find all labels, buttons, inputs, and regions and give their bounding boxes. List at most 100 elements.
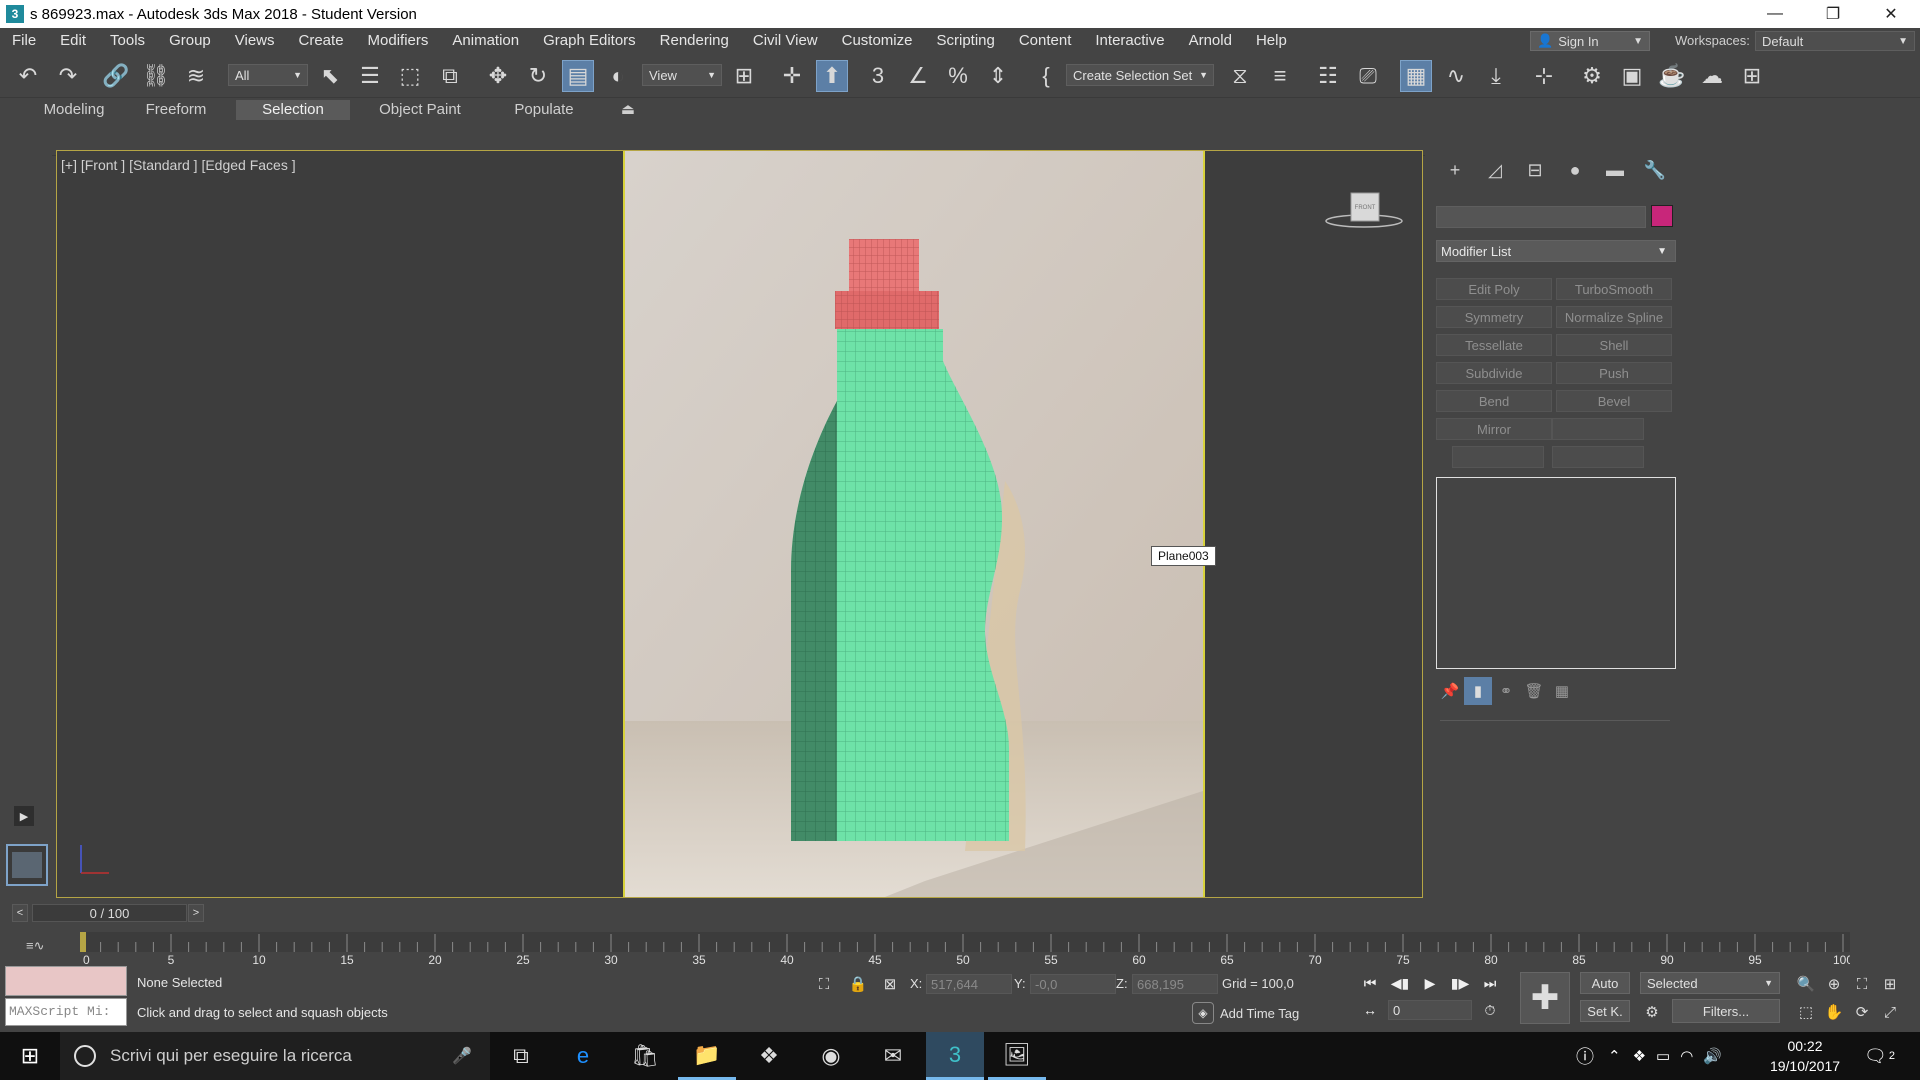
menu-graph-editors[interactable]: Graph Editors	[531, 28, 648, 54]
render-online-icon[interactable]: ⊞	[1736, 60, 1768, 92]
modifier-button-normalize-spline[interactable]: Normalize Spline	[1556, 306, 1672, 328]
make-unique-icon[interactable]: ⚭	[1492, 677, 1520, 705]
photos-icon[interactable]: 🖼	[988, 1032, 1046, 1080]
modifier-button-subdivide[interactable]: Subdivide	[1436, 362, 1552, 384]
front-viewport[interactable]: [+] [Front ] [Standard ] [Edged Faces ]	[56, 150, 1423, 898]
restore-button[interactable]: ❐	[1804, 0, 1862, 28]
unlink-icon[interactable]: ⛓	[140, 60, 172, 92]
modifier-button-empty[interactable]	[1552, 418, 1644, 440]
battery-icon[interactable]: ▭	[1656, 1047, 1670, 1065]
edge-browser-icon[interactable]: e	[554, 1032, 612, 1080]
store-icon[interactable]: 🛍	[616, 1032, 674, 1080]
zoom-icon[interactable]: 🔍	[1794, 972, 1818, 996]
time-config-clock-icon[interactable]: ⏱	[1478, 999, 1502, 1021]
curve-editor-icon[interactable]: ∿	[1440, 60, 1472, 92]
mail-icon[interactable]: ✉	[864, 1032, 922, 1080]
object-name-field[interactable]	[1436, 206, 1646, 228]
3dsmax-taskbar-icon[interactable]: 3	[926, 1032, 984, 1080]
previous-frame-icon[interactable]: ◀▮	[1388, 972, 1412, 994]
show-end-result-icon[interactable]: ▮	[1464, 677, 1492, 705]
move-icon[interactable]: ✥	[482, 60, 514, 92]
set-keys-icon[interactable]: ✚	[1520, 972, 1570, 1024]
play-icon[interactable]: ▶	[1418, 972, 1442, 994]
modifier-button-shell[interactable]: Shell	[1556, 334, 1672, 356]
zoom-region-icon[interactable]: ⬚	[1794, 1000, 1818, 1024]
bind-space-warp-icon[interactable]: ≋	[180, 60, 212, 92]
menu-help[interactable]: Help	[1244, 28, 1299, 54]
rotate-icon[interactable]: ↻	[522, 60, 554, 92]
taskbar-clock[interactable]: 00:22 19/10/2017	[1760, 1036, 1850, 1076]
modifier-stack[interactable]	[1436, 477, 1676, 669]
menu-group[interactable]: Group	[157, 28, 223, 54]
time-configuration-icon[interactable]: ↔	[1358, 999, 1382, 1021]
align-icon[interactable]: ≡	[1264, 60, 1296, 92]
pin-stack-icon[interactable]: 📌	[1436, 677, 1464, 705]
track-bar[interactable]: ≡∿ 0 5 10 15 20 25 30 35 40 45 50 55 60 65 70 75 80 85 90 9…	[0, 932, 1920, 966]
render-iterative-icon[interactable]: ☁	[1696, 60, 1728, 92]
go-to-end-icon[interactable]: ⏭	[1478, 972, 1502, 994]
zoom-all-icon[interactable]: ⊕	[1822, 972, 1846, 996]
menu-content[interactable]: Content	[1007, 28, 1084, 54]
modifier-button-bend[interactable]: Bend	[1436, 390, 1552, 412]
zoom-extents-all-icon[interactable]: ⊞	[1878, 972, 1902, 996]
menu-file[interactable]: File	[0, 28, 48, 54]
named-selection-set-dropdown[interactable]: Create Selection Set ▼	[1066, 64, 1214, 86]
chrome-icon[interactable]: ◉	[802, 1032, 860, 1080]
modifier-button-push[interactable]: Push	[1556, 362, 1672, 384]
keyboard-shortcut-override-icon[interactable]: ⬆	[816, 60, 848, 92]
tab-selection[interactable]: Selection	[236, 100, 350, 120]
undo-icon[interactable]: ↶	[12, 60, 44, 92]
modifier-button-symmetry[interactable]: Symmetry	[1436, 306, 1552, 328]
menu-arnold[interactable]: Arnold	[1177, 28, 1244, 54]
orbit-icon[interactable]: ⟳	[1850, 1000, 1874, 1024]
window-crossing-icon[interactable]: ⧉	[434, 60, 466, 92]
dropbox-tray-icon[interactable]: ❖	[1633, 1047, 1646, 1065]
select-manipulate-icon[interactable]: ✛	[776, 60, 808, 92]
menu-views[interactable]: Views	[223, 28, 287, 54]
place-icon[interactable]: ◐	[602, 60, 634, 92]
windows-start-icon[interactable]: ⊞	[0, 1032, 60, 1080]
dropbox-icon[interactable]: ❖	[740, 1032, 798, 1080]
ribbon-options-icon[interactable]: ⏏	[612, 100, 644, 120]
task-view-icon[interactable]: ⧉	[492, 1032, 550, 1080]
time-slider-next-button[interactable]: >	[188, 904, 204, 922]
viewport-label[interactable]: [+] [Front ] [Standard ] [Edged Faces ]	[61, 157, 296, 173]
menu-animation[interactable]: Animation	[440, 28, 531, 54]
microphone-icon[interactable]: 🎤	[452, 1046, 472, 1066]
mirror-icon[interactable]: ⧖	[1224, 60, 1256, 92]
link-icon[interactable]: 🔗	[100, 60, 132, 92]
frame-ruler[interactable]: 0 5 10 15 20 25 30 35 40 45 50 55 60 65 70 75 80 85 90 95 10…	[80, 932, 1850, 966]
menu-edit[interactable]: Edit	[48, 28, 98, 54]
time-slider-prev-button[interactable]: <	[12, 904, 28, 922]
current-frame-marker[interactable]	[80, 932, 86, 952]
spinner-snap-icon[interactable]: ⇕	[982, 60, 1014, 92]
viewport-layout-thumbnail[interactable]	[6, 844, 48, 886]
help-icon[interactable]: ⓘ	[1576, 1043, 1594, 1069]
edit-named-selection-icon[interactable]: {	[1030, 60, 1062, 92]
tab-object-paint[interactable]: Object Paint	[362, 100, 478, 120]
go-to-start-icon[interactable]: ⏮	[1358, 972, 1382, 994]
show-hidden-icons-icon[interactable]: ⌃	[1608, 1047, 1621, 1065]
remove-modifier-icon[interactable]: 🗑	[1520, 677, 1548, 705]
modifier-button-edit-poly[interactable]: Edit Poly	[1436, 278, 1552, 300]
rendered-frame-window-icon[interactable]: ▣	[1616, 60, 1648, 92]
redo-icon[interactable]: ↷	[52, 60, 84, 92]
absolute-mode-icon[interactable]: ⊠	[878, 972, 902, 996]
menu-civil-view[interactable]: Civil View	[741, 28, 830, 54]
ribbon-toggle-icon[interactable]: ▦	[1400, 60, 1432, 92]
maxscript-input[interactable]: MAXScript Mi:	[5, 998, 127, 1026]
maxscript-listener-mini[interactable]	[5, 966, 127, 996]
menu-interactive[interactable]: Interactive	[1083, 28, 1176, 54]
key-filter-icon[interactable]: ⚙	[1640, 1000, 1664, 1024]
rectangular-selection-icon[interactable]: ⬚	[394, 60, 426, 92]
render-production-icon[interactable]: ☕	[1656, 60, 1688, 92]
tab-freeform[interactable]: Freeform	[130, 100, 222, 120]
display-tab-icon[interactable]: ▬	[1595, 158, 1635, 182]
select-by-name-icon[interactable]: ☰	[354, 60, 386, 92]
create-tab-icon[interactable]: +	[1435, 158, 1475, 182]
volume-icon[interactable]: 🔊	[1703, 1047, 1722, 1065]
menu-rendering[interactable]: Rendering	[648, 28, 741, 54]
modify-tab-icon[interactable]: ◿	[1475, 158, 1515, 182]
pivot-center-icon[interactable]: ⊞	[728, 60, 760, 92]
3dsmax-app-icon[interactable]: 3	[6, 5, 24, 23]
